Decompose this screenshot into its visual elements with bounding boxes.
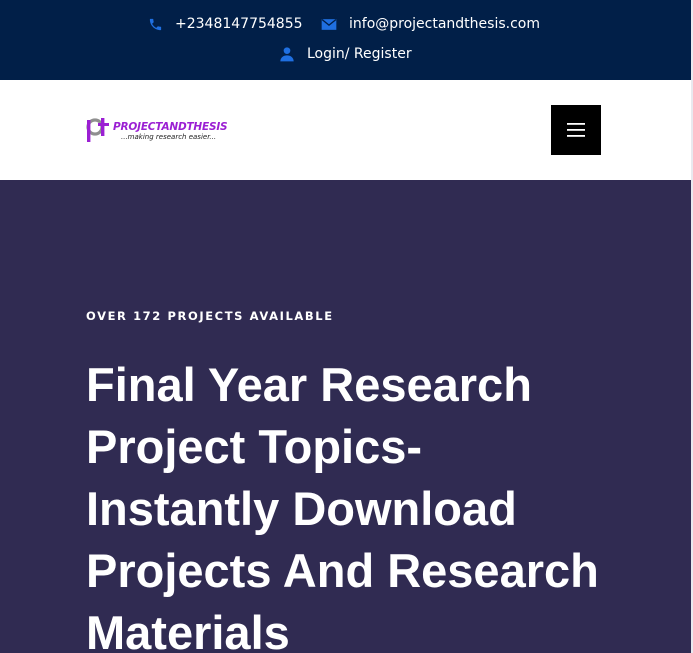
email-contact-link[interactable]: info@projectandthesis.com <box>321 16 540 32</box>
hero-section: OVER 172 PROJECTS AVAILABLE Final Year R… <box>0 180 691 653</box>
projects-count-eyebrow: OVER 172 PROJECTS AVAILABLE <box>86 309 334 323</box>
logo-mark-icon <box>86 118 109 142</box>
hamburger-menu-icon <box>567 123 585 137</box>
phone-contact-link[interactable]: +2348147754855 <box>147 16 303 32</box>
logo-brand-text: PROJECTANDTHESIS <box>113 121 228 133</box>
email-address: info@projectandthesis.com <box>349 16 540 32</box>
top-contact-bar: +2348147754855 info@projectandthesis.com… <box>0 0 691 80</box>
page: +2348147754855 info@projectandthesis.com… <box>0 0 693 653</box>
main-navbar: PROJECTANDTHESIS ...making research easi… <box>0 80 691 180</box>
login-register-label: Login/ Register <box>307 46 412 62</box>
login-register-link[interactable]: Login/ Register <box>279 46 412 62</box>
site-logo[interactable]: PROJECTANDTHESIS ...making research easi… <box>86 116 246 146</box>
user-icon <box>279 46 295 62</box>
phone-number: +2348147754855 <box>175 16 303 32</box>
menu-toggle-button[interactable] <box>551 105 601 155</box>
hero-headline: Final Year Research Project Topics- Inst… <box>86 358 599 653</box>
phone-icon <box>147 16 163 32</box>
envelope-icon <box>321 16 337 32</box>
logo-tagline: ...making research easier... <box>121 133 217 141</box>
